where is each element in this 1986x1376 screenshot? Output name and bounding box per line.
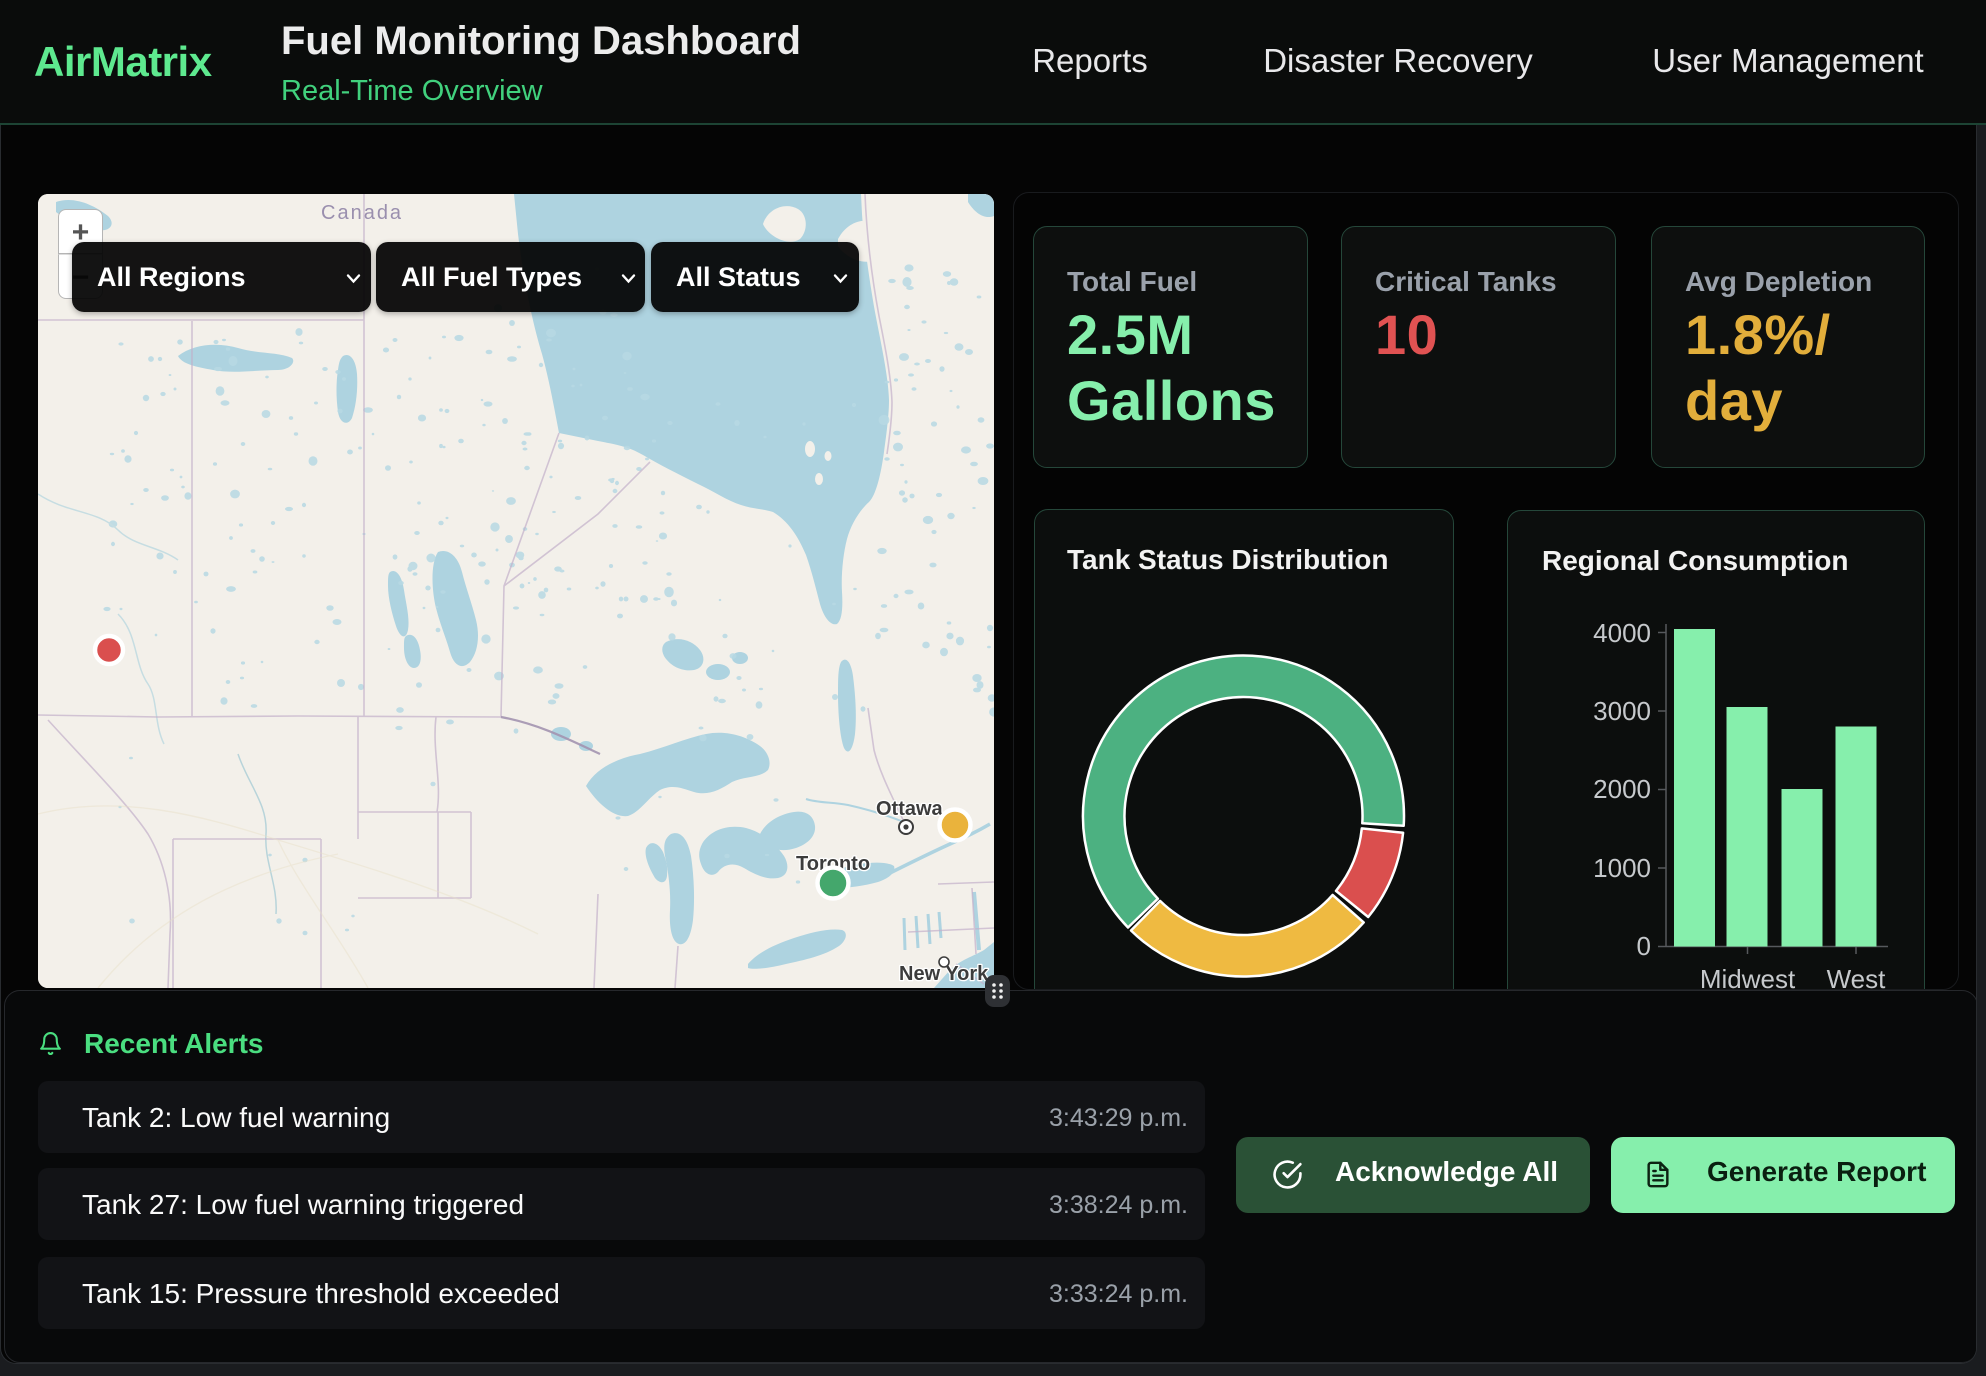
svg-text:2000: 2000 — [1593, 774, 1651, 804]
svg-text:West: West — [1827, 964, 1887, 990]
svg-text:3000: 3000 — [1593, 696, 1651, 726]
svg-text:1000: 1000 — [1593, 853, 1651, 883]
svg-text:Ottawa: Ottawa — [876, 798, 944, 820]
svg-text:4000: 4000 — [1593, 618, 1651, 648]
svg-text:Canada: Canada — [321, 202, 403, 224]
svg-text:0: 0 — [1637, 931, 1651, 961]
svg-text:Midwest: Midwest — [1700, 964, 1796, 990]
